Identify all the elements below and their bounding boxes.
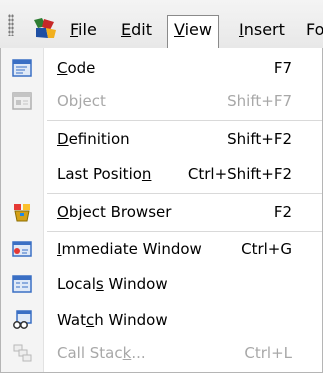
menu-item-immediate-window[interactable]: Immediate Window Ctrl+G [1,234,322,264]
menu-view[interactable]: View [167,15,219,48]
menu-item-label: Locals Window [57,275,168,293]
menu-separator [47,120,322,121]
menu-item-label: Call Stack... [57,344,146,362]
object-browser-icon [14,204,30,222]
menu-item-shortcut: Ctrl+Shift+F2 [187,165,292,183]
toolbar-grip[interactable] [8,14,14,36]
menu-item-last-position[interactable]: Last Position Ctrl+Shift+F2 [1,159,322,189]
menu-item-shortcut: Ctrl+L [244,344,292,362]
call-stack-icon [13,344,32,362]
menu-item-label: Object [57,92,106,110]
menu-item-label: Definition [57,130,130,148]
menu-item-shortcut: Shift+F7 [227,92,292,110]
menu-item-shortcut: F2 [273,203,292,221]
object-icon [12,92,32,110]
menu-insert[interactable]: Insert [239,20,285,39]
menu-item-code[interactable]: Code F7 [1,53,322,83]
menu-item-watch-window[interactable]: Watch Window [1,305,322,335]
menu-item-locals-window[interactable]: Locals Window [1,269,322,299]
immediate-window-icon [12,241,32,257]
menu-item-label: Watch Window [57,311,168,329]
menu-item-object-browser[interactable]: Object Browser F2 [1,197,322,227]
menu-item-label: Object Browser [57,203,172,221]
menu-item-shortcut: Shift+F2 [227,130,292,148]
menu-edit[interactable]: Edit [121,20,152,39]
menu-file[interactable]: File [70,20,97,39]
locals-window-icon [12,275,32,293]
menu-separator [47,193,322,194]
menu-bar: File Edit View Insert Fo [0,0,323,49]
menu-item-object: Object Shift+F7 [1,86,322,116]
menu-item-shortcut: F7 [273,59,292,77]
menu-format[interactable]: Fo [306,20,323,39]
menu-item-label: Code [57,59,96,77]
view-menu-dropdown: Code F7 Object Shift+F7 Definition Shift… [0,48,323,373]
menu-item-shortcut: Ctrl+G [241,240,292,258]
watch-window-icon [13,310,32,329]
code-window-icon [12,59,32,77]
menu-item-definition[interactable]: Definition Shift+F2 [1,124,322,154]
menu-item-label: Immediate Window [57,240,202,258]
menu-separator [47,231,322,232]
app-icon[interactable] [28,16,60,40]
menu-item-call-stack: Call Stack... Ctrl+L [1,338,322,368]
menu-item-label: Last Position [57,165,152,183]
